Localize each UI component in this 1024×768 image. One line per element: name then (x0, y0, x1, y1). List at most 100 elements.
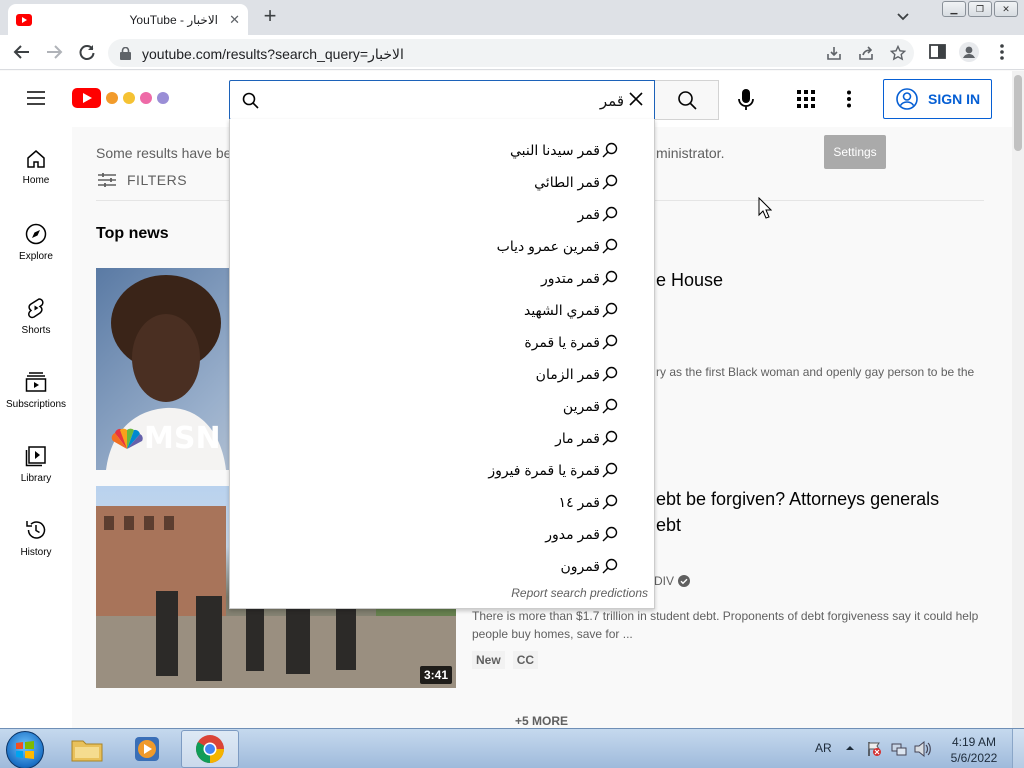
channel-name[interactable]: DIV (654, 574, 691, 588)
tab-close-icon[interactable]: ✕ (229, 12, 240, 28)
search-icon (602, 430, 618, 446)
chrome-menu-icon[interactable] (998, 43, 1006, 61)
hamburger-menu-icon[interactable] (27, 91, 45, 105)
mouse-cursor-icon (758, 197, 772, 219)
forward-arrow-icon[interactable] (45, 43, 63, 61)
network-icon[interactable] (891, 741, 907, 757)
suggestion-item[interactable]: قمر مار (555, 422, 618, 454)
youtube-logo[interactable] (72, 88, 169, 108)
show-hidden-icons-icon[interactable] (846, 744, 854, 752)
settings-more-icon[interactable] (846, 90, 852, 108)
new-tab-button[interactable]: + (258, 5, 282, 29)
suggestion-item[interactable]: قمر (577, 198, 618, 230)
taskbar-file-explorer[interactable] (58, 730, 116, 768)
search-icon (602, 174, 618, 190)
badge-new: New (472, 651, 505, 669)
video-title-line[interactable]: ebt (656, 515, 681, 536)
minimize-button[interactable]: ▁ (942, 1, 966, 17)
suggestion-item[interactable]: قمرة يا قمرة فيروز (488, 454, 618, 486)
report-search-predictions-link[interactable]: Report search predictions (511, 586, 648, 600)
url-text: youtube.com/results?search_query=الاخبار (142, 46, 404, 62)
youtube-apps-grid-icon[interactable] (797, 90, 815, 108)
taskbar-media-player[interactable] (118, 730, 176, 768)
suggestion-item[interactable]: قمر الطائي (534, 166, 618, 198)
suggestion-item[interactable]: قمرين (563, 390, 618, 422)
more-results-button[interactable]: +5 MORE (515, 714, 568, 728)
suggestion-text: قمري الشهيد (523, 301, 600, 318)
guide-item-shorts[interactable]: Shorts (0, 297, 72, 336)
suggestion-item[interactable]: قمر سيدنا النبي (510, 134, 618, 166)
suggestion-item[interactable]: قمر الزمان (536, 358, 618, 390)
search-icon (602, 142, 618, 158)
lock-icon[interactable] (120, 47, 131, 60)
install-app-icon[interactable] (826, 45, 842, 61)
doodle-flower-icon (140, 92, 152, 104)
suggestion-text: قمر (577, 205, 600, 222)
suggestion-item[interactable]: قمر مدور (545, 518, 618, 550)
msn-brand-text: MSN (144, 421, 221, 456)
guide-item-explore[interactable]: Explore (0, 223, 72, 262)
volume-icon[interactable] (914, 741, 932, 757)
input-language-indicator[interactable]: AR (815, 741, 832, 755)
video-title[interactable]: e House (656, 270, 723, 291)
bookmark-star-icon[interactable] (890, 45, 906, 61)
left-guide: Home Explore Shorts Subscriptions Librar… (0, 127, 72, 728)
account-circle-icon (896, 88, 918, 110)
guide-label: Explore (19, 251, 53, 262)
settings-button[interactable]: Settings (824, 135, 886, 169)
taskbar-clock[interactable]: 4:19 AM 5/6/2022 (946, 734, 1002, 766)
restore-button[interactable]: ❐ (968, 1, 992, 17)
page-scrollbar[interactable] (1012, 71, 1024, 728)
suggestion-item[interactable]: قمرة يا قمرة (524, 326, 618, 358)
clear-search-icon[interactable] (628, 91, 644, 107)
guide-item-library[interactable]: Library (0, 445, 72, 484)
back-arrow-icon[interactable] (13, 43, 31, 61)
clock-time: 4:19 AM (951, 735, 997, 749)
guide-item-history[interactable]: History (0, 519, 72, 558)
guide-label: Home (22, 175, 50, 186)
search-icon (602, 526, 618, 542)
video-badges: New CC (472, 651, 539, 669)
filters-button[interactable]: FILTERS (97, 172, 187, 188)
address-bar[interactable]: youtube.com/results?search_query=الاخبار (108, 39, 914, 67)
search-input[interactable]: قمر (229, 80, 655, 120)
guide-label: History (20, 547, 52, 558)
suggestion-text: قمر متدور (541, 269, 600, 286)
suggestion-item[interactable]: قمر متدور (541, 262, 618, 294)
tab-search-chevron-icon[interactable] (896, 10, 910, 24)
browser-tab[interactable]: YouTube - الاخبار ✕ (8, 4, 248, 35)
video-description: ry as the first Black woman and openly g… (656, 365, 975, 379)
sign-in-label: SIGN IN (928, 91, 981, 107)
youtube-play-logo-icon (72, 88, 101, 108)
search-icon (602, 206, 618, 222)
reload-icon[interactable] (78, 43, 96, 61)
share-icon[interactable] (858, 45, 874, 61)
history-icon (26, 521, 46, 539)
suggestion-text: قمر سيدنا النبي (509, 141, 600, 158)
scrollbar-thumb[interactable] (1014, 75, 1022, 151)
suggestion-item[interactable]: قمر ١٤ (559, 486, 618, 518)
search-button[interactable] (655, 80, 719, 120)
clock-date: 5/6/2022 (950, 751, 998, 765)
video-title-line[interactable]: ebt be forgiven? Attorneys generals (656, 489, 939, 510)
action-center-flag-icon[interactable] (866, 741, 882, 757)
side-panel-icon[interactable] (929, 43, 946, 60)
guide-item-subscriptions[interactable]: Subscriptions (0, 371, 72, 410)
compass-icon (25, 223, 47, 245)
close-window-button[interactable]: ✕ (994, 1, 1018, 17)
search-icon (602, 494, 618, 510)
taskbar-chrome[interactable] (181, 730, 239, 768)
suggestion-item[interactable]: قمرون (560, 550, 618, 582)
microphone-icon[interactable] (735, 88, 757, 112)
suggestion-text: قمر مار (555, 429, 600, 446)
sign-in-button[interactable]: SIGN IN (883, 79, 992, 119)
search-icon (602, 398, 618, 414)
search-icon (602, 270, 618, 286)
guide-item-home[interactable]: Home (0, 149, 72, 186)
suggestion-item[interactable]: قمري الشهيد (524, 294, 618, 326)
suggestion-item[interactable]: قمرين عمرو دياب (497, 230, 618, 262)
windows-start-button[interactable] (6, 731, 44, 768)
show-desktop-button[interactable] (1012, 729, 1024, 768)
profile-avatar-icon[interactable] (959, 42, 979, 62)
channel-name-text: DIV (654, 574, 675, 588)
